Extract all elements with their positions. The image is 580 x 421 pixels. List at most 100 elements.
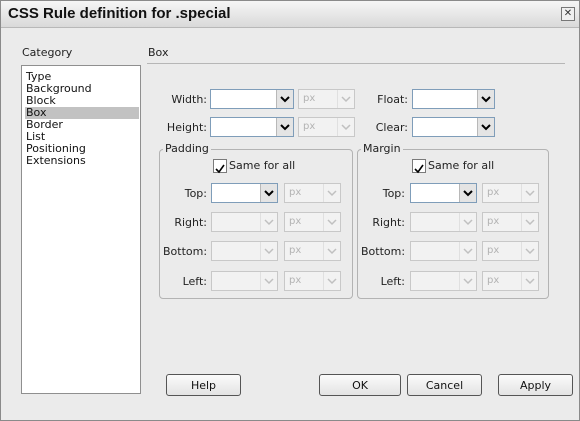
width-unit-dropdown[interactable]: px (298, 89, 355, 109)
category-list[interactable]: Type Background Block Box Border List Po… (21, 65, 141, 394)
chevron-down-icon (525, 278, 535, 285)
padding-left-unit-dropdown[interactable]: px (284, 271, 341, 291)
chevron-down-icon (463, 219, 473, 226)
padding-bottom-dropdown[interactable] (211, 241, 278, 261)
check-icon (215, 164, 225, 174)
chevron-down-icon (264, 219, 274, 226)
padding-top-dropdown[interactable] (211, 183, 278, 203)
chevron-down-icon (525, 219, 535, 226)
padding-same-label: Same for all (229, 159, 296, 172)
chevron-down-icon (463, 190, 473, 197)
chevron-down-icon (463, 248, 473, 255)
height-value-dropdown[interactable] (210, 117, 294, 137)
dropdown-button[interactable] (260, 184, 277, 202)
clear-dropdown[interactable] (412, 117, 495, 137)
height-label: Height: (166, 121, 207, 134)
margin-top-dropdown[interactable] (410, 183, 477, 203)
chevron-down-icon (280, 124, 290, 131)
cancel-button[interactable]: Cancel (407, 374, 482, 396)
unit-value: px (303, 93, 316, 104)
unit-value: px (289, 275, 302, 286)
margin-bottom-unit-dropdown[interactable]: px (482, 241, 539, 261)
width-label: Width: (171, 93, 207, 106)
dropdown-button[interactable] (459, 242, 476, 260)
margin-bottom-dropdown[interactable] (410, 241, 477, 261)
chevron-down-icon (341, 124, 351, 131)
dropdown-button[interactable] (459, 213, 476, 231)
dropdown-button[interactable] (521, 242, 538, 260)
margin-same-checkbox[interactable] (412, 159, 426, 174)
margin-top-label: Top: (382, 187, 405, 200)
chevron-down-icon (341, 96, 351, 103)
padding-right-unit-dropdown[interactable]: px (284, 212, 341, 232)
dropdown-button[interactable] (323, 272, 340, 290)
dropdown-button[interactable] (477, 118, 494, 136)
category-heading: Category (22, 46, 73, 59)
chevron-down-icon (481, 96, 491, 103)
dropdown-button[interactable] (276, 118, 293, 136)
dropdown-button[interactable] (521, 213, 538, 231)
dialog-title: CSS Rule definition for .special (8, 5, 231, 22)
dropdown-button[interactable] (521, 184, 538, 202)
chevron-down-icon (463, 278, 473, 285)
dropdown-button[interactable] (276, 90, 293, 108)
chevron-down-icon (264, 248, 274, 255)
padding-legend: Padding (163, 142, 211, 155)
category-item-extensions[interactable]: Extensions (25, 155, 139, 167)
dropdown-button[interactable] (459, 184, 476, 202)
dropdown-button[interactable] (337, 118, 354, 136)
unit-value: px (289, 216, 302, 227)
padding-same-checkbox[interactable] (213, 159, 227, 174)
panel-heading: Box (148, 46, 169, 59)
dropdown-button[interactable] (477, 90, 494, 108)
check-icon (414, 164, 424, 174)
dropdown-button[interactable] (260, 213, 277, 231)
margin-left-unit-dropdown[interactable]: px (482, 271, 539, 291)
chevron-down-icon (280, 96, 290, 103)
padding-left-dropdown[interactable] (211, 271, 278, 291)
margin-left-dropdown[interactable] (410, 271, 477, 291)
margin-bottom-label: Bottom: (361, 245, 406, 258)
unit-value: px (289, 187, 302, 198)
padding-bottom-unit-dropdown[interactable]: px (284, 241, 341, 261)
apply-button[interactable]: Apply (498, 374, 573, 396)
padding-top-unit-dropdown[interactable]: px (284, 183, 341, 203)
margin-same-label: Same for all (428, 159, 495, 172)
dropdown-button[interactable] (323, 242, 340, 260)
width-value-dropdown[interactable] (210, 89, 294, 109)
unit-value: px (487, 216, 500, 227)
ok-button[interactable]: OK (319, 374, 401, 396)
dropdown-button[interactable] (521, 272, 538, 290)
float-dropdown[interactable] (412, 89, 495, 109)
padding-top-label: Top: (184, 187, 207, 200)
margin-legend: Margin (361, 142, 403, 155)
unit-value: px (487, 245, 500, 256)
title-bar: CSS Rule definition for .special ✕ (1, 1, 579, 28)
float-label: Float: (377, 93, 408, 106)
height-unit-dropdown[interactable]: px (298, 117, 355, 137)
chevron-down-icon (264, 190, 274, 197)
help-button[interactable]: Help (166, 374, 241, 396)
panel-heading-divider (147, 63, 565, 64)
padding-right-dropdown[interactable] (211, 212, 278, 232)
unit-value: px (487, 275, 500, 286)
close-icon[interactable]: ✕ (561, 7, 575, 21)
chevron-down-icon (481, 124, 491, 131)
margin-top-unit-dropdown[interactable]: px (482, 183, 539, 203)
dropdown-button[interactable] (323, 184, 340, 202)
dropdown-button[interactable] (337, 90, 354, 108)
margin-right-dropdown[interactable] (410, 212, 477, 232)
dropdown-button[interactable] (260, 272, 277, 290)
margin-right-unit-dropdown[interactable]: px (482, 212, 539, 232)
padding-bottom-label: Bottom: (163, 245, 208, 258)
dropdown-button[interactable] (260, 242, 277, 260)
chevron-down-icon (525, 248, 535, 255)
padding-right-label: Right: (174, 216, 207, 229)
chevron-down-icon (327, 278, 337, 285)
margin-left-label: Left: (380, 275, 405, 288)
dropdown-button[interactable] (459, 272, 476, 290)
css-rule-dialog: CSS Rule definition for .special ✕ Categ… (0, 0, 580, 421)
margin-right-label: Right: (372, 216, 405, 229)
chevron-down-icon (525, 190, 535, 197)
dropdown-button[interactable] (323, 213, 340, 231)
